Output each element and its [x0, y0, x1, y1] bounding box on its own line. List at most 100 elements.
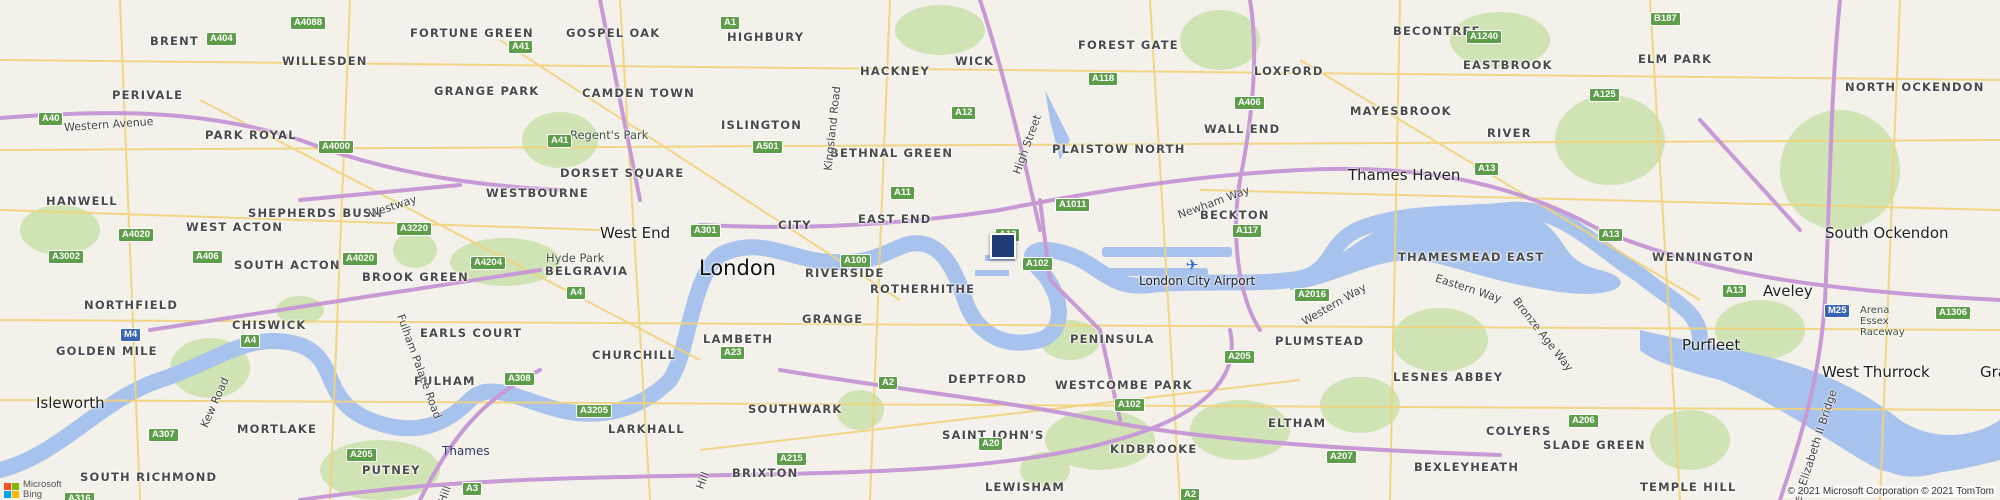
road-shield: A102	[1022, 257, 1053, 271]
district-label: ROTHERHITHE	[870, 282, 976, 296]
road-shield: A1011	[1055, 198, 1091, 212]
water-label-thames: Thames	[442, 444, 490, 458]
park-label: Arena Essex Raceway	[1860, 305, 1905, 338]
district-label: LARKHALL	[608, 422, 685, 436]
district-label: ELTHAM	[1268, 416, 1327, 430]
district-label: BRIXTON	[732, 466, 799, 480]
road-shield: A100	[840, 254, 871, 268]
road-shield: A3002	[48, 250, 84, 264]
road-shield: A3	[462, 482, 483, 496]
district-label: RIVER	[1487, 126, 1532, 140]
road-shield: A4000	[318, 140, 354, 154]
district-label: CHISWICK	[232, 318, 307, 332]
airport-label[interactable]: London City Airport	[1139, 274, 1255, 288]
district-label: GRANGE	[802, 312, 864, 326]
district-label: WESTCOMBE PARK	[1055, 378, 1193, 392]
road-shield: A40	[38, 112, 64, 126]
district-label: GRANGE PARK	[434, 84, 540, 98]
district-label: KIDBROOKE	[1110, 442, 1198, 456]
district-label: GOSPEL OAK	[566, 26, 661, 40]
road-shield: A4020	[118, 228, 154, 242]
district-label: WENNINGTON	[1652, 250, 1755, 264]
district-label: PLUMSTEAD	[1275, 334, 1365, 348]
map-canvas[interactable]: London Isleworth West End Thames Haven S…	[0, 0, 2000, 500]
town-label-grays: Gra	[1980, 363, 2000, 381]
road-shield: A2	[878, 376, 899, 390]
road-shield: A205	[346, 448, 377, 462]
road-shield: A307	[148, 428, 179, 442]
road-shield: A11	[890, 186, 915, 200]
road-shield: A20	[978, 437, 1004, 451]
road-shield: A1240	[1466, 30, 1502, 44]
city-label-london: London	[699, 256, 776, 280]
road-shield: A215	[776, 452, 807, 466]
road-shield: A3220	[396, 222, 432, 236]
district-label: FORTUNE GREEN	[410, 26, 534, 40]
district-label: MORTLAKE	[237, 422, 317, 436]
district-label: COLYERS	[1486, 424, 1552, 438]
district-label: FOREST GATE	[1078, 38, 1179, 52]
district-label: DEPTFORD	[948, 372, 1028, 386]
district-label: WALL END	[1204, 122, 1281, 136]
road-shield: A13	[1722, 284, 1748, 298]
town-label-thames-haven: Thames Haven	[1348, 166, 1461, 184]
location-pin-marker[interactable]	[990, 233, 1016, 259]
microsoft-logo-icon	[4, 482, 19, 498]
road-shield: A406	[192, 250, 223, 264]
district-label: MAYESBROOK	[1350, 104, 1452, 118]
road-shield: A125	[1589, 88, 1620, 102]
road-shield: A4020	[342, 252, 378, 266]
road-shield: A4204	[470, 256, 506, 270]
district-label: ISLINGTON	[721, 118, 803, 132]
town-label-aveley: Aveley	[1763, 282, 1813, 300]
road-shield: A207	[1326, 450, 1357, 464]
district-label: SOUTH RICHMOND	[80, 470, 218, 484]
road-shield: A501	[752, 140, 783, 154]
district-label: PENINSULA	[1070, 332, 1155, 346]
town-label-west-thurrock: West Thurrock	[1822, 363, 1930, 381]
copyright-notice: © 2021 Microsoft Corporation © 2021 TomT…	[1785, 486, 1996, 497]
district-label: SOUTHWARK	[748, 402, 843, 416]
road-shield: A206	[1568, 414, 1599, 428]
district-label: BRENT	[150, 34, 199, 48]
road-shield: A2	[1180, 488, 1201, 500]
district-label: SHEPHERDS BUSH	[248, 206, 384, 220]
road-shield: A1306	[1935, 306, 1971, 320]
district-label: TEMPLE HILL	[1640, 480, 1737, 494]
district-label: EAST END	[858, 212, 932, 226]
road-shield: A316	[64, 492, 95, 500]
microsoft-bing-logo: Microsoft Bing	[4, 480, 62, 500]
road-shield: A4	[240, 334, 261, 348]
road-shield: A13	[1474, 162, 1500, 176]
district-label: PERIVALE	[112, 88, 184, 102]
road-shield: A406	[1234, 96, 1265, 110]
district-label: LAMBETH	[703, 332, 774, 346]
district-label: BELGRAVIA	[545, 264, 629, 278]
district-label: LOXFORD	[1254, 64, 1324, 78]
road-shield: A4	[566, 286, 587, 300]
district-label: PLAISTOW NORTH	[1052, 142, 1186, 156]
district-label: HACKNEY	[860, 64, 931, 78]
road-shield: A1	[720, 16, 741, 30]
motorway-shield: M4	[120, 328, 142, 342]
district-label: BROOK GREEN	[362, 270, 469, 284]
road-shield: A102	[1114, 398, 1145, 412]
district-label: LESNES ABBEY	[1393, 370, 1504, 384]
road-shield: A4088	[290, 16, 326, 30]
road-shield: A301	[690, 224, 721, 238]
district-label: WEST ACTON	[186, 220, 284, 234]
road-shield: A118	[1088, 72, 1119, 86]
town-label-isleworth: Isleworth	[36, 394, 105, 412]
district-label: ELM PARK	[1638, 52, 1713, 66]
district-label: CAMDEN TOWN	[582, 86, 695, 100]
airplane-icon[interactable]: ✈	[1184, 258, 1200, 274]
park-label: Regent's Park	[570, 128, 649, 142]
district-label: PUTNEY	[362, 463, 421, 477]
district-label: SLADE GREEN	[1543, 438, 1646, 452]
district-label: GOLDEN MILE	[56, 344, 158, 358]
town-label-west-end: West End	[600, 224, 671, 242]
town-label-south-ockendon: South Ockendon	[1825, 224, 1949, 242]
park-label: Hyde Park	[546, 251, 605, 265]
district-label: WESTBOURNE	[486, 186, 589, 200]
district-label: PARK ROYAL	[205, 128, 297, 142]
